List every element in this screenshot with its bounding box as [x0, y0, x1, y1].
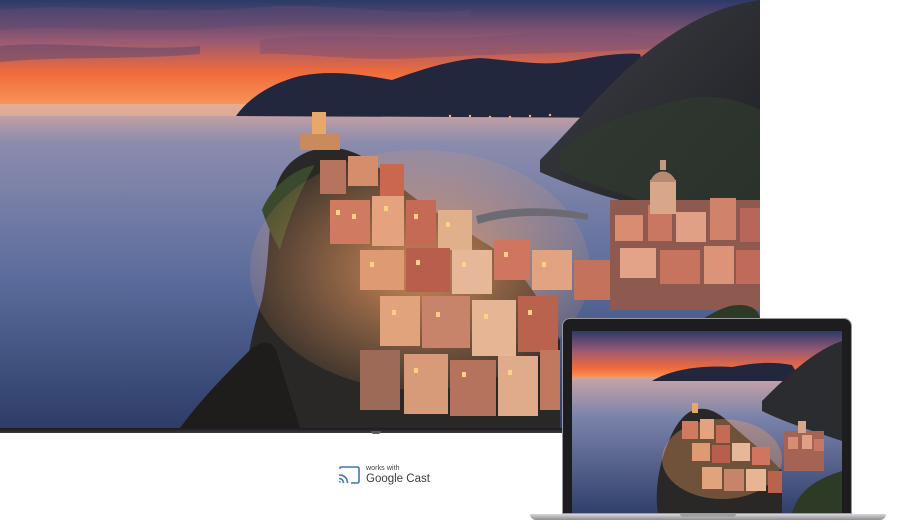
tv-stand-indicator [371, 431, 381, 434]
laptop-trackpad-notch [680, 514, 736, 517]
badge-google-cast-label: Google Cast [366, 472, 430, 485]
laptop-screen [572, 331, 842, 513]
laptop-scene-image [572, 331, 842, 513]
laptop [530, 318, 886, 524]
cast-icon [338, 466, 360, 484]
works-with-google-cast-badge: works with Google Cast [338, 462, 430, 488]
badge-works-with-label: works with [366, 464, 400, 472]
badge-text: works with Google Cast [366, 465, 430, 486]
promo-stage: works with Google Cast [0, 0, 918, 524]
